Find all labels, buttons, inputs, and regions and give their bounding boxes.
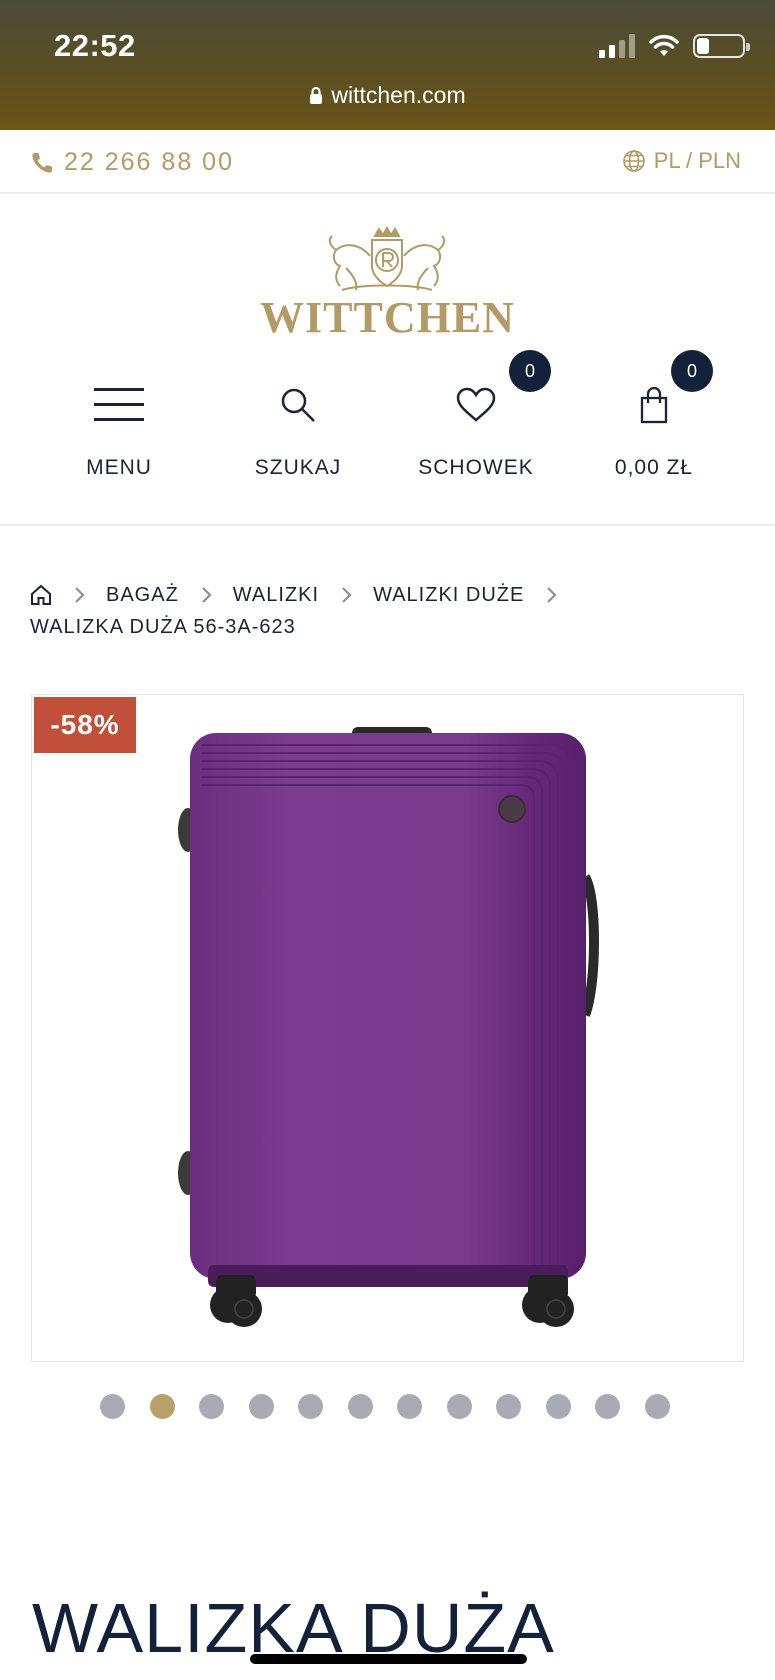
url-text: wittchen.com xyxy=(331,82,466,108)
wishlist-count-badge: 0 xyxy=(509,350,551,392)
gallery-dot[interactable] xyxy=(397,1394,422,1419)
crest-icon xyxy=(328,226,446,291)
chevron-right-icon xyxy=(52,586,106,604)
gallery-dot[interactable] xyxy=(595,1394,620,1419)
nav-menu-label: MENU xyxy=(86,456,152,479)
gallery-pagination xyxy=(100,1394,670,1419)
hamburger-menu-icon xyxy=(94,388,144,421)
nav-wishlist[interactable]: 0 SCHOWEK xyxy=(391,350,561,500)
phone-link[interactable]: 22 266 88 00 xyxy=(30,148,234,177)
breadcrumb: BAGAŻ WALIZKI WALIZKI DUŻE WALIZKA DUŻA … xyxy=(30,580,750,639)
nav-search[interactable]: SZUKAJ xyxy=(213,350,383,500)
nav-search-label: SZUKAJ xyxy=(254,456,342,479)
suitcase-image xyxy=(178,727,599,1327)
home-icon[interactable] xyxy=(30,584,52,606)
chevron-right-icon xyxy=(179,586,233,604)
main-nav: MENU SZUKAJ 0 SCHOWEK 0 0,00 ZŁ xyxy=(0,350,775,526)
locale-selector[interactable]: PL / PLN xyxy=(622,148,741,174)
breadcrumb-item-walizki[interactable]: WALIZKI xyxy=(233,584,319,607)
phone-icon xyxy=(32,152,52,173)
breadcrumb-item-walizki-duze[interactable]: WALIZKI DUŻE xyxy=(373,584,524,607)
chevron-right-icon xyxy=(524,586,578,604)
status-icons xyxy=(599,34,750,58)
globe-icon xyxy=(622,150,645,172)
gallery-dot[interactable] xyxy=(149,1394,175,1419)
breadcrumb-item-bagaz[interactable]: BAGAŻ xyxy=(106,584,179,607)
wittchen-logo[interactable]: WITTCHEN xyxy=(260,222,515,342)
browser-chrome: 22:52 wittchen.com xyxy=(0,0,775,130)
gallery-dot[interactable] xyxy=(545,1394,571,1419)
address-bar[interactable]: wittchen.com xyxy=(0,82,775,109)
nav-cart-total: 0,00 ZŁ xyxy=(614,456,694,479)
utility-bar: 22 266 88 00 PL / PLN xyxy=(0,130,775,194)
gallery-dot[interactable] xyxy=(199,1394,224,1419)
breadcrumb-current: WALIZKA DUŻA 56-3A-623 xyxy=(30,616,296,638)
nav-cart[interactable]: 0 0,00 ZŁ xyxy=(569,350,739,500)
gallery-dot[interactable] xyxy=(347,1394,373,1419)
lock-icon xyxy=(310,86,323,104)
heart-icon xyxy=(456,387,496,422)
gallery-dot[interactable] xyxy=(446,1394,472,1419)
nav-menu[interactable]: MENU xyxy=(34,350,204,500)
product-gallery[interactable]: -58% xyxy=(31,694,744,1362)
cellular-signal-icon xyxy=(599,34,635,58)
home-indicator xyxy=(250,1654,527,1664)
discount-badge: -58% xyxy=(34,697,136,753)
gallery-dot[interactable] xyxy=(496,1394,521,1419)
phone-number: 22 266 88 00 xyxy=(64,148,234,176)
shopping-bag-icon xyxy=(640,386,668,424)
gallery-dot[interactable] xyxy=(100,1394,125,1419)
gallery-dot[interactable] xyxy=(248,1394,274,1419)
battery-icon xyxy=(693,34,750,58)
locale-label: PL / PLN xyxy=(653,148,741,173)
status-time: 22:52 xyxy=(54,28,136,63)
chevron-right-icon xyxy=(319,586,373,604)
gallery-dot[interactable] xyxy=(298,1394,323,1419)
gallery-dot[interactable] xyxy=(644,1394,670,1419)
cart-count-badge: 0 xyxy=(671,350,713,392)
nav-wishlist-label: SCHOWEK xyxy=(418,456,534,479)
wifi-icon xyxy=(649,34,679,56)
search-icon xyxy=(281,388,315,422)
brand-wordmark: WITTCHEN xyxy=(260,293,515,342)
